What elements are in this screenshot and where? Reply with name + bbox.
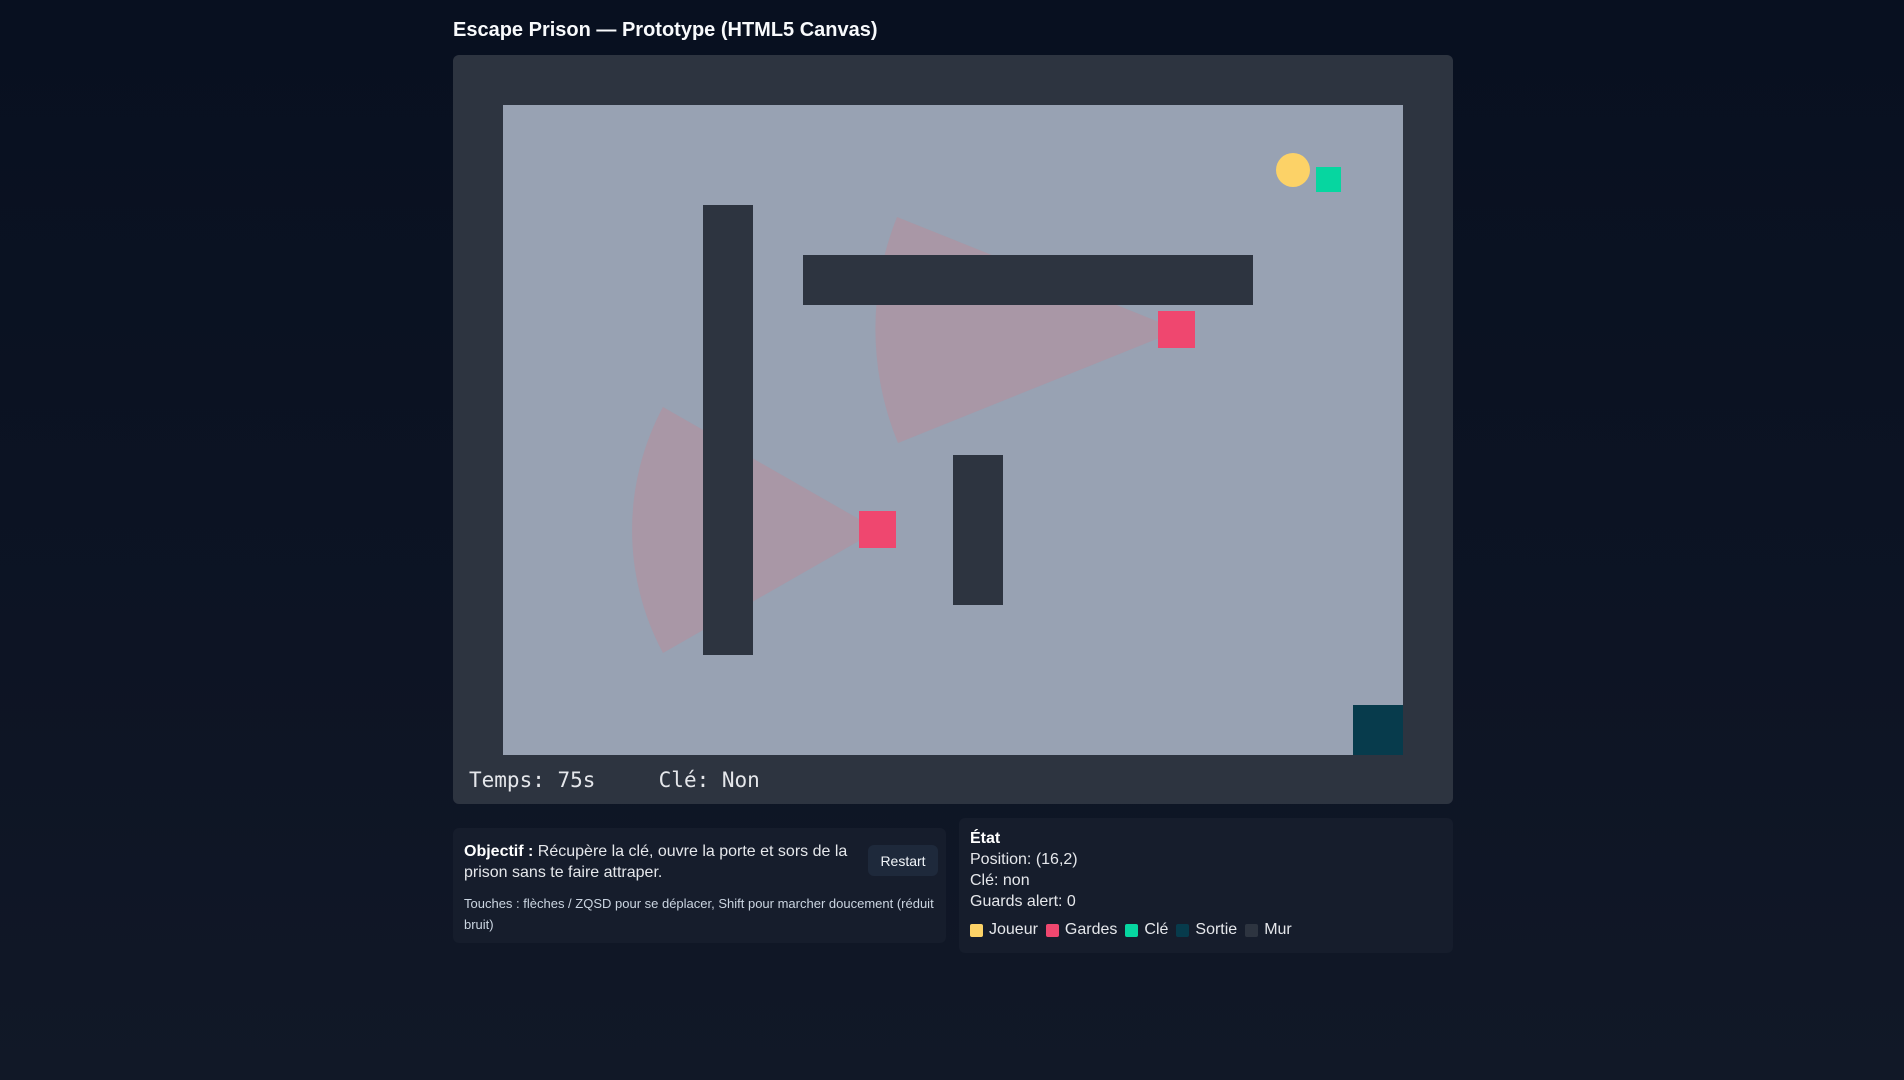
exit-swatch-icon — [1176, 923, 1190, 937]
restart-button[interactable]: Restart — [868, 845, 938, 876]
guard-vision-cone — [632, 407, 878, 653]
wall — [953, 455, 1003, 605]
legend-label: Mur — [1264, 921, 1292, 938]
page-title: Escape Prison — Prototype (HTML5 Canvas) — [453, 19, 878, 41]
player-swatch-icon — [970, 923, 983, 937]
map-svg — [632, 153, 1403, 755]
legend-item-wall: Mur — [1245, 921, 1292, 939]
legend-item-key: Clé — [1125, 921, 1168, 939]
objective-panel: Objectif : Récupère la clé, ouvre la por… — [453, 828, 946, 943]
legend-item-guards: Gardes — [1045, 921, 1118, 939]
hud-time: Temps: 75s — [469, 768, 596, 792]
guard — [1158, 311, 1195, 348]
state-key: Clé: non — [970, 872, 1030, 889]
state-alert: Guards alert: 0 — [970, 893, 1076, 910]
state-panel: État Position: (16,2) Clé: non Guards al… — [959, 818, 1453, 953]
legend-label: Clé — [1144, 921, 1169, 938]
legend-item-player: Joueur — [970, 921, 1038, 939]
exit-door — [1353, 705, 1403, 755]
legend-label: Joueur — [989, 921, 1038, 938]
legend: Joueur Gardes Clé Sortie Mur — [970, 921, 1300, 939]
game-canvas[interactable]: Temps: 75s Clé: Non — [453, 55, 1453, 804]
player — [1276, 153, 1310, 187]
prison-map — [503, 105, 1403, 755]
hud-key: Clé: Non — [658, 768, 760, 792]
guard — [859, 511, 896, 548]
wall-swatch-icon — [1245, 923, 1259, 937]
key-swatch-icon — [1125, 923, 1139, 937]
hud: Temps: 75s Clé: Non — [469, 768, 760, 792]
legend-item-exit: Sortie — [1176, 921, 1237, 939]
legend-label: Gardes — [1064, 921, 1118, 938]
key-item — [1316, 167, 1341, 192]
wall — [703, 205, 753, 655]
guards-swatch-icon — [1045, 923, 1059, 937]
state-position: Position: (16,2) — [970, 851, 1078, 868]
legend-label: Sortie — [1195, 921, 1238, 938]
state-title: État — [970, 830, 1001, 847]
guard-vision-cone — [875, 217, 1179, 443]
controls-hint: Touches : flèches / ZQSD pour se déplace… — [464, 896, 934, 932]
objective-text: Objectif : Récupère la clé, ouvre la por… — [464, 841, 864, 883]
wall — [803, 255, 1253, 305]
objective-label: Objectif : — [464, 843, 534, 860]
